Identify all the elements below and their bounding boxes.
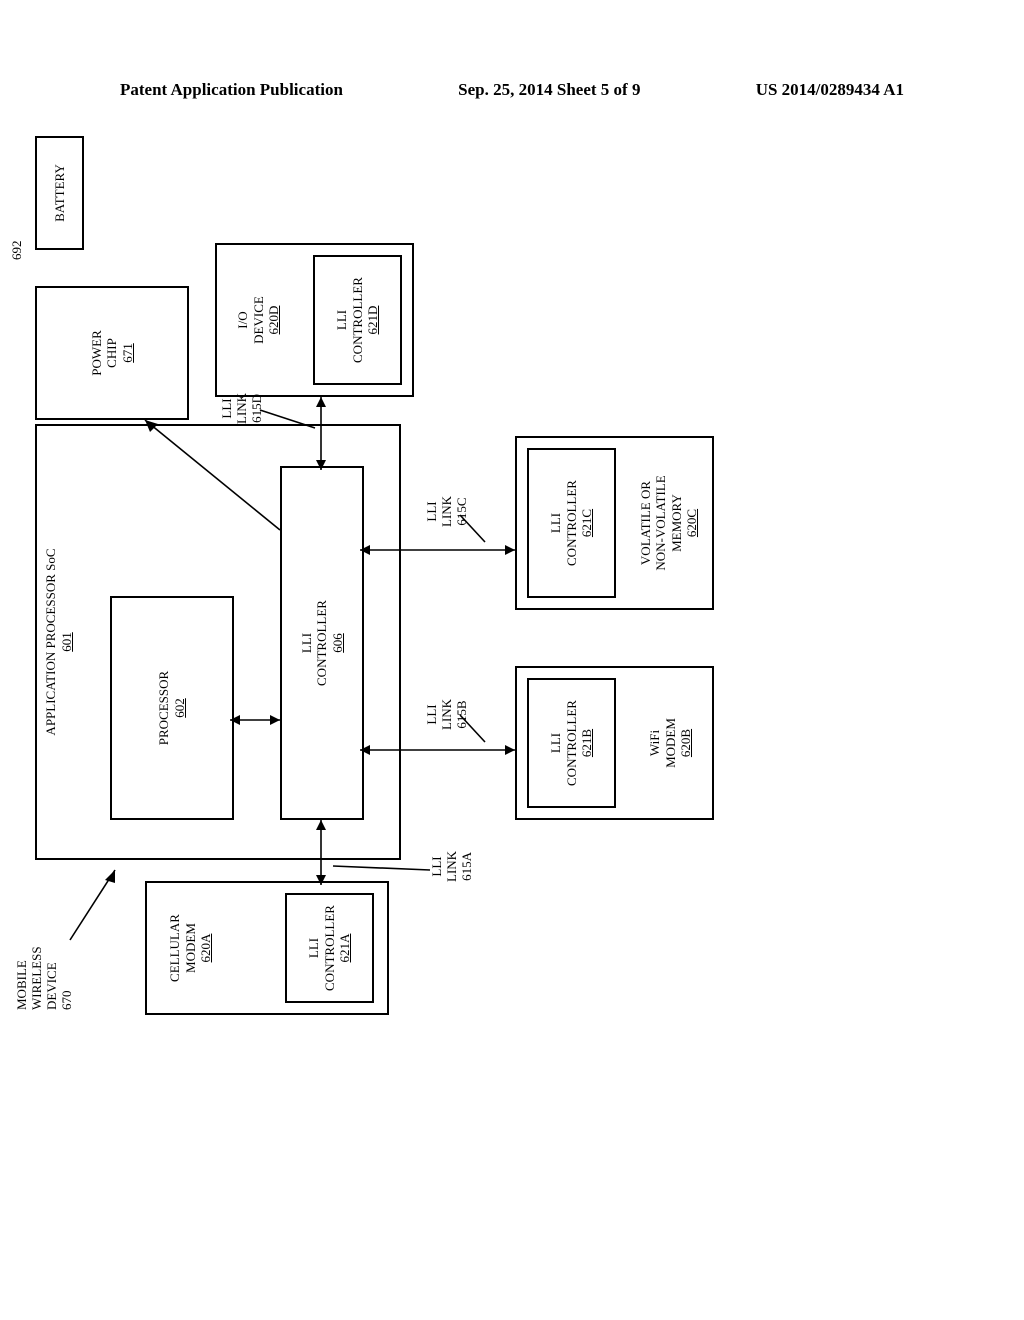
link-d-label: LLI LINK 615D	[220, 393, 265, 424]
ref-692: 692	[10, 241, 25, 261]
page-header: Patent Application Publication Sep. 25, …	[120, 80, 904, 100]
header-right: US 2014/0289434 A1	[756, 80, 904, 100]
link-b-label: LLI LINK 615B	[425, 699, 470, 730]
link-a-label: LLI LINK 615A	[430, 851, 475, 882]
processor-box: PROCESSOR 602	[110, 596, 234, 820]
peripheral-b-controller: LLI CONTROLLER 621B	[527, 678, 616, 808]
header-left: Patent Application Publication	[120, 80, 343, 100]
power-chip-box: POWER CHIP 671	[35, 286, 189, 420]
peripheral-d-controller: LLI CONTROLLER 621D	[313, 255, 402, 385]
header-center: Sep. 25, 2014 Sheet 5 of 9	[458, 80, 640, 100]
soc-title: APPLICATION PROCESSOR SoC 601	[43, 432, 74, 852]
peripheral-a-controller: LLI CONTROLLER 621A	[285, 893, 374, 1003]
figure-6: FIG. 6 MOBILE WIRELESS DEVICE 670 692 AP…	[15, 340, 895, 980]
soc-lli-controller: LLI CONTROLLER 606	[280, 466, 364, 820]
battery-box: BATTERY	[35, 136, 84, 250]
link-c-label: LLI LINK 615C	[425, 496, 470, 527]
peripheral-c-controller: LLI CONTROLLER 621C	[527, 448, 616, 598]
device-label: MOBILE WIRELESS DEVICE 670	[15, 946, 75, 1010]
